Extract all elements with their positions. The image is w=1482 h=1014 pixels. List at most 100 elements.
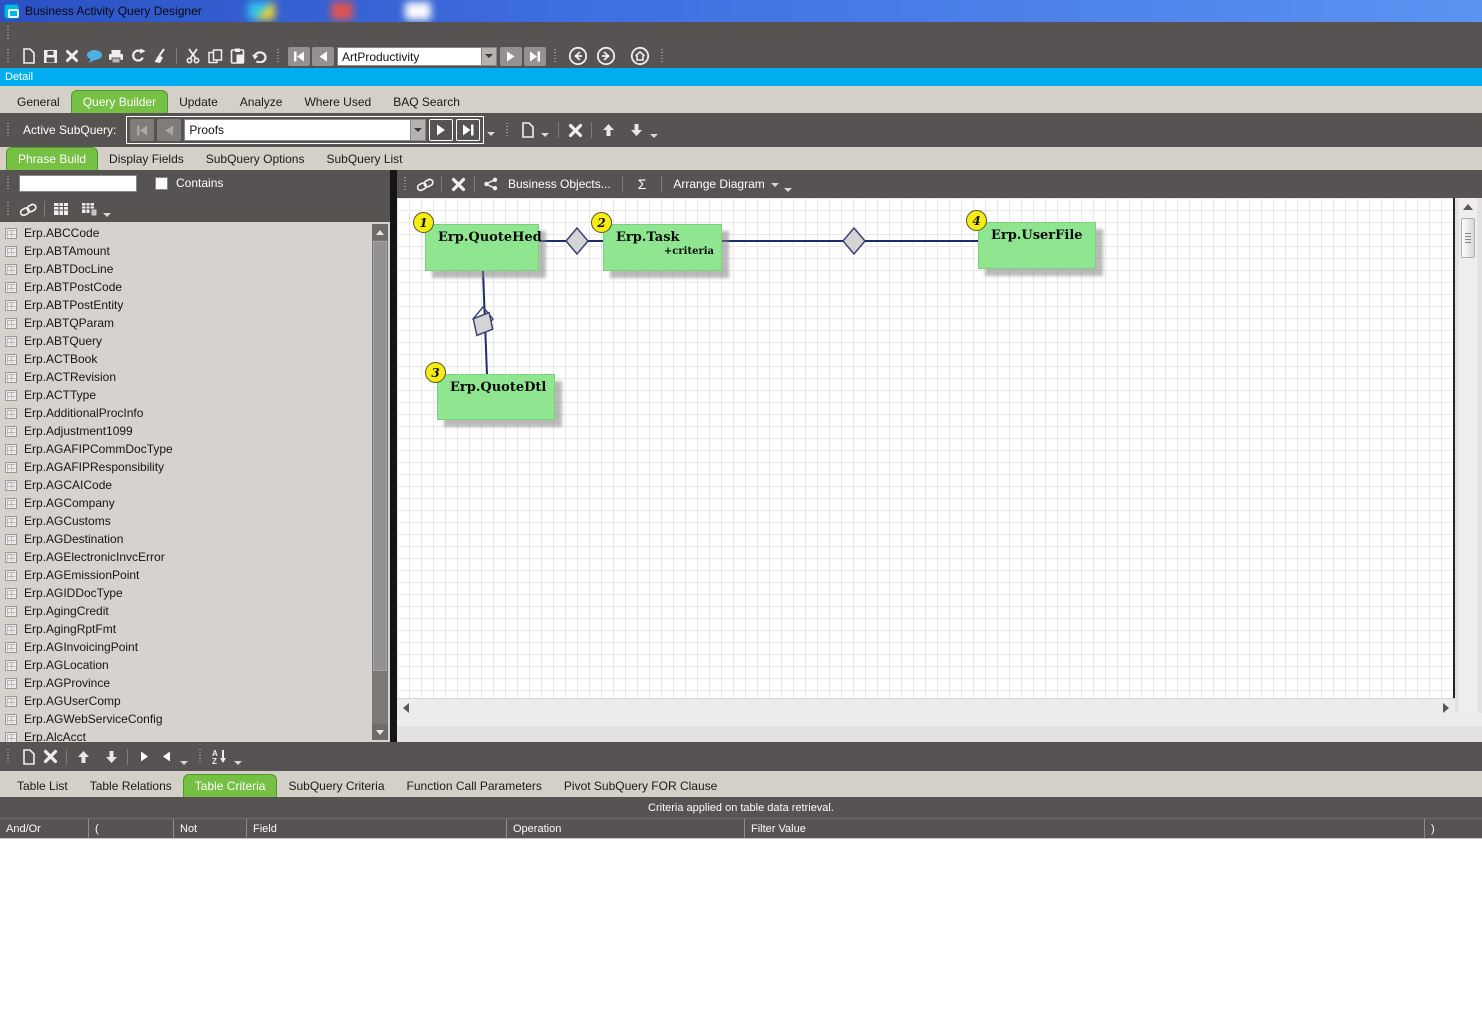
column-header-filtervalue[interactable]: Filter Value [744,819,1424,838]
column-header-close-paren[interactable]: ) [1424,819,1482,838]
table-list-item[interactable]: Erp.AGCompany [0,494,390,512]
new-subquery-dropdown-icon[interactable] [541,133,550,137]
scrollbar-thumb[interactable] [1461,218,1475,258]
table-list-item[interactable]: Erp.ABTPostCode [0,278,390,296]
table-list-item[interactable]: Erp.ABTQuery [0,332,390,350]
scroll-right-icon[interactable] [1443,703,1449,713]
save-icon[interactable] [39,46,61,66]
table-list-item[interactable]: Erp.AgingCredit [0,602,390,620]
table-list-item[interactable]: Erp.AgingRptFmt [0,620,390,638]
column-header-open-paren[interactable]: ( [88,819,173,838]
refresh-icon[interactable] [127,46,149,66]
relation-diamond-icon[interactable] [467,307,499,340]
table-list-item[interactable]: Erp.AGDestination [0,530,390,548]
tab-table-relations[interactable]: Table Relations [79,775,183,797]
clear-all-icon[interactable] [149,46,171,66]
home-icon[interactable] [630,46,650,66]
new-subquery-icon[interactable] [516,120,538,140]
table-list-item[interactable]: Erp.ACTBook [0,350,390,368]
column-header-operation[interactable]: Operation [506,819,744,838]
diagram-vertical-scrollbar[interactable] [1459,198,1477,726]
toolbar-grip[interactable] [505,122,511,138]
new-icon[interactable] [17,46,39,66]
memo-icon[interactable] [83,46,105,66]
toolbar-grip[interactable] [276,48,281,64]
relation-diamond-icon[interactable] [565,226,589,256]
tab-function-call-parameters[interactable]: Function Call Parameters [396,775,553,797]
table-list-item[interactable]: Erp.AGAFIPCommDocType [0,440,390,458]
overflow-chevron-icon[interactable] [180,760,188,765]
overflow-chevron-icon[interactable] [234,760,242,765]
table-list-item[interactable]: Erp.AGInvoicingPoint [0,638,390,656]
arrange-diagram-button[interactable]: Arrange Diagram [667,177,770,191]
cut-icon[interactable] [182,46,204,66]
toolbar-grip[interactable] [6,749,11,764]
overflow-chevron-icon[interactable] [650,134,659,138]
indent-left-icon[interactable] [155,747,177,767]
tab-table-criteria[interactable]: Table Criteria [182,774,278,797]
table-list-item[interactable]: Erp.AGEmissionPoint [0,566,390,584]
new-row-icon[interactable] [17,747,39,767]
tab-where-used[interactable]: Where Used [293,91,382,113]
tab-query-builder[interactable]: Query Builder [70,90,169,113]
overflow-chevron-icon[interactable] [103,213,111,217]
toolbar-grip[interactable] [660,48,665,64]
diagram-node-erp-task[interactable]: 2 Erp.Task +criteria [591,212,722,271]
table-list-item[interactable]: Erp.AGCAICode [0,476,390,494]
business-objects-icon[interactable] [480,174,502,194]
overflow-chevron-icon[interactable] [487,132,496,136]
tab-general[interactable]: General [6,91,71,113]
business-objects-button[interactable]: Business Objects... [502,177,617,191]
scroll-down-icon[interactable] [372,724,388,740]
arrange-diagram-caret-icon[interactable] [770,183,779,187]
link-table-icon[interactable] [17,199,39,219]
indent-right-icon[interactable] [133,747,155,767]
table-list-item[interactable]: Erp.AGElectronicInvcError [0,548,390,566]
scroll-up-icon[interactable] [1463,204,1473,210]
delete-node-icon[interactable] [447,174,469,194]
table-grid-icon[interactable] [50,199,72,219]
criteria-grid-body[interactable] [0,838,1482,1014]
move-up-icon[interactable] [72,747,94,767]
diagram-horizontal-scrollbar[interactable] [397,698,1455,713]
last-record-button[interactable] [524,46,546,66]
table-list-item[interactable]: Erp.AGAFIPResponsibility [0,458,390,476]
toolbar-grip[interactable] [198,749,203,764]
move-down-icon[interactable] [100,747,122,767]
table-list-item[interactable]: Erp.ABTAmount [0,242,390,260]
table-search-input[interactable] [19,174,137,192]
scroll-up-icon[interactable] [372,224,388,240]
table-list-item[interactable]: Erp.Adjustment1099 [0,422,390,440]
contains-checkbox[interactable] [155,176,168,190]
tab-update[interactable]: Update [168,91,229,113]
table-list-item[interactable]: Erp.ABTQParam [0,314,390,332]
table-list-item[interactable]: Erp.ABTDocLine [0,260,390,278]
table-list-item[interactable]: Erp.ABCCode [0,224,390,242]
tab-baq-search[interactable]: BAQ Search [382,91,471,113]
column-header-not[interactable]: Not [173,819,246,838]
toolbar-grip[interactable] [6,48,11,64]
tab-subquery-criteria[interactable]: SubQuery Criteria [277,775,395,797]
table-list-item[interactable]: Erp.AGIDDocType [0,584,390,602]
next-record-button[interactable] [500,46,522,66]
relation-diamond-icon[interactable] [842,226,866,256]
tab-pivot-subquery-for-clause[interactable]: Pivot SubQuery FOR Clause [553,775,728,797]
delete-row-icon[interactable] [39,747,61,767]
column-header-field[interactable]: Field [246,819,506,838]
table-list-item[interactable]: Erp.AGWebServiceConfig [0,710,390,728]
add-relation-icon[interactable] [414,174,436,194]
table-list-item[interactable]: Erp.ACTRevision [0,368,390,386]
toolbar-grip[interactable] [6,25,11,41]
table-list-item[interactable]: Erp.AGProvince [0,674,390,692]
scroll-left-icon[interactable] [403,703,409,713]
sort-az-icon[interactable]: AZ [209,747,231,767]
copy-icon[interactable] [204,46,226,66]
previous-subquery-button[interactable] [157,119,182,141]
delete-subquery-icon[interactable] [564,120,586,140]
move-down-icon[interactable] [625,120,647,140]
diagram-node-erp-userfile[interactable]: 4 Erp.UserFile [966,210,1096,269]
column-header-andor[interactable]: And/Or [0,819,88,838]
tab-analyze[interactable]: Analyze [229,91,294,113]
first-record-button[interactable] [288,46,310,66]
table-lookup-icon[interactable] [78,199,100,219]
